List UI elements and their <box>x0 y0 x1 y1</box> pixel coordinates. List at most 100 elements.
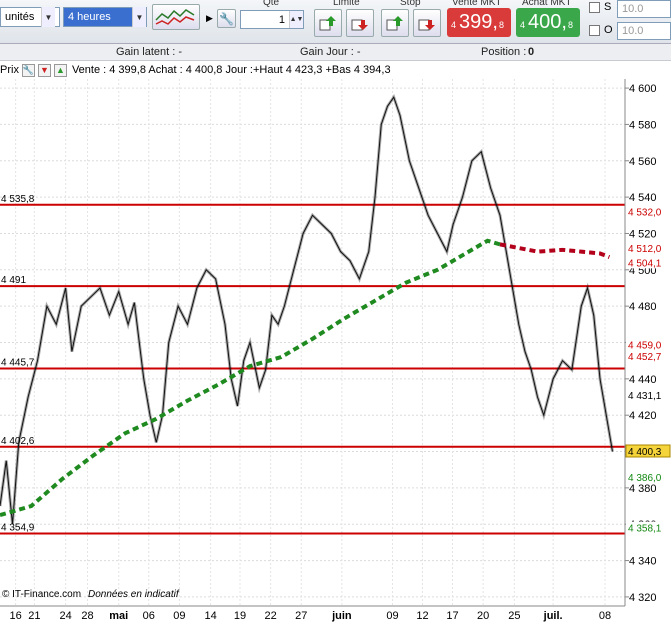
price-tag-label: 4 504,1 <box>628 258 662 269</box>
y-tick-label: 4 560 <box>629 156 657 168</box>
y-tick-label: 4 480 <box>629 301 657 313</box>
y-tick-label: 4 420 <box>629 410 657 422</box>
qty-stepper[interactable]: 1 ▲▼ <box>240 10 304 29</box>
level-label: 4 354,9 <box>1 522 35 533</box>
stop-sell-icon <box>418 19 435 31</box>
limit-sell-icon <box>351 19 368 31</box>
stop-sell-button[interactable] <box>413 9 441 37</box>
stepper-arrows-icon[interactable]: ▲▼ <box>289 11 303 28</box>
limit-buy-button[interactable] <box>314 9 342 37</box>
period-select[interactable]: 4 heures ▼ <box>63 7 147 27</box>
chevron-down-icon[interactable]: ▼ <box>41 7 55 27</box>
source-label: © IT-Finance.com <box>2 589 81 600</box>
quote-text: Vente : 4 399,8 Achat : 4 400,8 Jour :+H… <box>71 64 391 76</box>
y-tick-label: 4 580 <box>629 119 657 131</box>
price-tag-label: 4 386,0 <box>628 473 662 484</box>
buy-price: 400, <box>528 11 567 33</box>
s-checkbox[interactable] <box>589 2 600 13</box>
sell-arrow-icon[interactable]: ▼ <box>37 63 51 77</box>
x-tick-label: 22 <box>265 610 277 622</box>
x-tick-label: juin <box>331 610 352 622</box>
level-label: 4 491 <box>1 275 26 286</box>
sell-prefix: 4 <box>451 20 457 30</box>
support-resistance-lines: 4 535,84 4914 445,74 402,64 354,9 <box>0 194 625 535</box>
wrench-button[interactable]: 🔧 <box>217 9 236 28</box>
sell-mkt-label: Vente MKT <box>452 0 502 8</box>
y-tick-label: 4 320 <box>629 592 657 604</box>
chart-type-icon <box>155 9 195 25</box>
units-select[interactable]: unités ▼ <box>0 7 60 27</box>
limit-buy-icon <box>319 16 336 31</box>
level-label: 4 445,7 <box>1 357 35 368</box>
period-value: 4 heures <box>64 8 132 26</box>
horizontal-gridlines <box>0 87 625 598</box>
x-tick-label: 14 <box>205 610 217 622</box>
quote-bar: Prix 🔧 ▼ ▲ Vente : 4 399,8 Achat : 4 400… <box>0 61 391 79</box>
price-tag-label: 4 459,0 <box>628 340 662 351</box>
price-tag-label: 4 452,7 <box>628 352 662 363</box>
position-value: 0 <box>528 46 535 58</box>
x-tick-label: 09 <box>173 610 185 622</box>
price-tag-label: 4 512,0 <box>628 244 662 255</box>
position-info-bar: Gain latent : - Gain Jour : - Position :… <box>0 44 671 61</box>
y-tick-label: 4 520 <box>629 228 657 240</box>
x-tick-label: 24 <box>60 610 72 622</box>
sell-price: 399, <box>459 11 498 33</box>
disclaimer-label: Données en indicatif <box>88 589 180 600</box>
buy-prefix: 4 <box>520 20 526 30</box>
y-tick-label: 4 340 <box>629 556 657 568</box>
x-tick-label: 25 <box>508 610 520 622</box>
x-tick-label: 17 <box>446 610 458 622</box>
stop-buy-icon <box>386 16 403 31</box>
units-value: unités <box>5 11 35 23</box>
chevron-down-icon[interactable]: ▼ <box>132 7 146 27</box>
s-input[interactable]: 10.0 <box>617 0 671 18</box>
price-chart[interactable]: 4 535,84 4914 445,74 402,64 354,9 4 6004… <box>0 61 671 623</box>
x-tick-label: 27 <box>295 610 307 622</box>
expand-arrow-icon[interactable]: ▶ <box>206 13 213 24</box>
x-tick-label: 09 <box>386 610 398 622</box>
y-tick-label: 4 440 <box>629 374 657 386</box>
time-axis: 16 21 24 28 mai 06 09 14 19 22 27 juin 09 12 17 20 25 jui… <box>10 610 612 622</box>
limit-sell-button[interactable] <box>346 9 374 37</box>
price-tag-label: 4 532,0 <box>628 208 662 219</box>
level-label: 4 535,8 <box>1 194 35 205</box>
o-input[interactable]: 10.0 <box>617 22 671 40</box>
sell-mkt-button[interactable]: 4 399, 8 <box>447 8 511 37</box>
stop-label: Stop <box>400 0 421 8</box>
x-tick-label: 28 <box>81 610 93 622</box>
qty-label: Qté <box>263 0 280 8</box>
buy-suffix: 8 <box>567 20 573 30</box>
x-tick-label: 16 <box>10 610 22 622</box>
x-tick-label: 12 <box>416 610 428 622</box>
o-label: O <box>604 24 613 36</box>
buy-arrow-icon[interactable]: ▲ <box>53 63 67 77</box>
buy-mkt-label: Achat MKT <box>522 0 572 8</box>
red-moving-average <box>499 242 611 259</box>
wrench-icon: 🔧 <box>219 11 234 26</box>
position-label: Position : <box>481 46 527 58</box>
wrench-icon[interactable]: 🔧 <box>21 63 35 77</box>
y-tick-label: 4 600 <box>629 83 657 95</box>
x-tick-label: 21 <box>28 610 40 622</box>
qty-value: 1 <box>278 13 285 26</box>
o-checkbox[interactable] <box>589 25 600 36</box>
x-tick-label: juil. <box>543 610 563 622</box>
x-tick-label: 08 <box>599 610 611 622</box>
x-tick-label: mai <box>109 610 128 622</box>
price-tag-label: 4 400,3 <box>628 447 662 458</box>
buy-mkt-button[interactable]: 4 400, 8 <box>516 8 580 37</box>
stop-buy-button[interactable] <box>381 9 409 37</box>
s-label: S <box>604 1 612 13</box>
gain-jour: Gain Jour : - <box>300 46 361 58</box>
chart-type-button[interactable] <box>152 4 200 30</box>
sell-suffix: 8 <box>498 20 504 30</box>
price-tag-label: 4 431,1 <box>628 391 662 402</box>
prix-label: Prix <box>0 64 19 76</box>
o-value: 10.0 <box>622 25 644 37</box>
y-tick-label: 4 540 <box>629 192 657 204</box>
price-tag-label: 4 358,1 <box>628 524 662 535</box>
x-tick-label: 06 <box>143 610 155 622</box>
x-tick-label: 20 <box>477 610 489 622</box>
x-tick-label: 19 <box>234 610 246 622</box>
